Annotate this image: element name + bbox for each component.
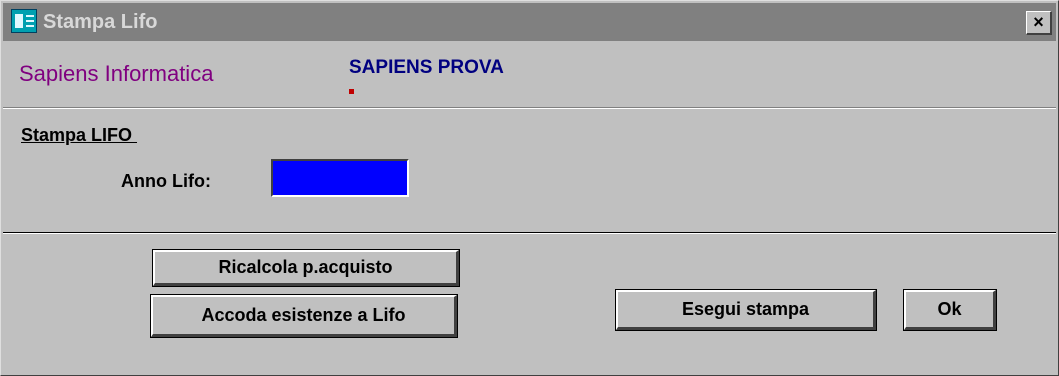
esegui-stampa-button[interactable]: Esegui stampa <box>615 289 877 331</box>
divider-highlight <box>3 108 1056 109</box>
divider-highlight <box>3 233 1056 234</box>
app-icon-line <box>26 15 34 17</box>
app-icon-line <box>26 25 34 27</box>
anno-lifo-label: Anno Lifo: <box>121 171 211 191</box>
close-button[interactable]: × <box>1026 11 1052 35</box>
close-icon: × <box>1033 12 1044 32</box>
user-name: SAPIENS PROVA <box>349 57 504 78</box>
status-marker <box>349 89 354 94</box>
stampa-lifo-window: Stampa Lifo × Sapiens Informatica SAPIEN… <box>0 0 1059 376</box>
anno-lifo-input[interactable] <box>271 159 409 197</box>
window-title: Stampa Lifo <box>43 11 158 33</box>
app-icon-line <box>26 20 34 22</box>
app-window-icon[interactable] <box>11 9 37 33</box>
section-title: Stampa LIFO <box>21 125 138 145</box>
accoda-esistenze-button[interactable]: Accoda esistenze a Lifo <box>150 294 458 338</box>
ok-button[interactable]: Ok <box>903 289 997 331</box>
app-icon-pane <box>15 14 23 28</box>
company-name: Sapiens Informatica <box>19 61 214 86</box>
ricalcola-button[interactable]: Ricalcola p.acquisto <box>152 249 460 287</box>
title-bar[interactable]: Stampa Lifo × <box>3 3 1056 41</box>
